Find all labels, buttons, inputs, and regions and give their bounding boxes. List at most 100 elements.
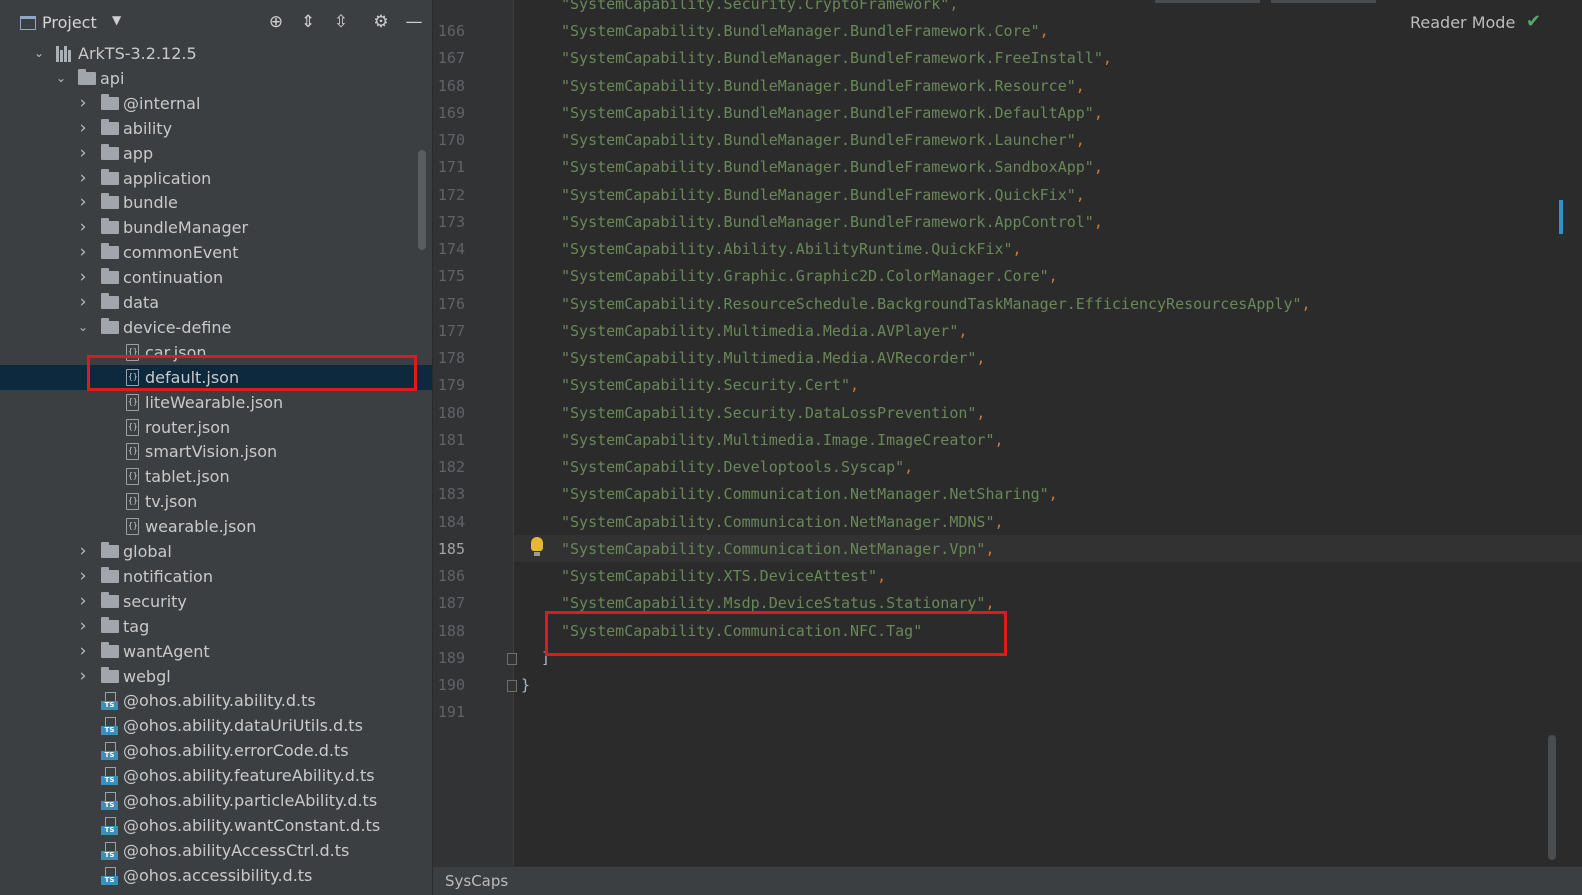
tree-item-folder[interactable]: › data xyxy=(0,290,432,315)
tree-item-json-file[interactable]: smartVision.json xyxy=(0,439,432,464)
tree-item-json-file[interactable]: default.json xyxy=(0,364,432,390)
fold-marker-icon[interactable] xyxy=(507,652,517,665)
tree-item-folder[interactable]: › global xyxy=(0,539,432,564)
tree-item-ts-file[interactable]: TS @ohos.ability.particleAbility.d.ts xyxy=(0,788,432,813)
chevron-right-icon[interactable]: › xyxy=(76,639,90,664)
tree-item-ts-file[interactable]: TS @ohos.ability.wantConstant.d.ts xyxy=(0,813,432,838)
tree-item-ts-file[interactable]: TS @ohos.ability.featureAbility.d.ts xyxy=(0,763,432,788)
code-line: "SystemCapability.BundleManager.BundleFr… xyxy=(561,182,1085,209)
lightbulb-icon[interactable] xyxy=(531,537,543,556)
comma: , xyxy=(1093,158,1103,177)
code-line: "SystemCapability.Communication.NetManag… xyxy=(561,509,1004,536)
tree-item-ts-file[interactable]: TS @ohos.ability.errorCode.d.ts xyxy=(0,738,432,763)
tree-item-label: @ohos.ability.wantConstant.d.ts xyxy=(123,815,381,835)
chevron-right-icon[interactable]: › xyxy=(76,265,90,290)
chevron-right-icon[interactable]: › xyxy=(76,215,90,240)
chevron-right-icon[interactable]: › xyxy=(76,141,90,166)
tree-item-json-file[interactable]: wearable.json xyxy=(0,514,432,539)
chevron-right-icon[interactable]: › xyxy=(76,91,90,116)
breadcrumb-item[interactable]: SysCaps xyxy=(445,872,508,890)
tree-item-label: @ohos.ability.featureAbility.d.ts xyxy=(123,766,375,786)
collapse-all-icon[interactable]: ⇳ xyxy=(331,12,351,32)
tree-item-label: ArkTS-3.2.12.5 xyxy=(78,44,197,63)
tree-item-json-file[interactable]: car.json xyxy=(0,340,432,365)
project-panel-header: Project ▼ ⊕ ⇕ ⇳ ⚙ — xyxy=(0,0,432,45)
reader-mode-button[interactable]: Reader Mode xyxy=(1410,13,1515,32)
chevron-down-icon[interactable]: ▼ xyxy=(112,13,121,27)
chevron-right-icon[interactable]: › xyxy=(76,664,90,689)
expand-all-icon[interactable]: ⇕ xyxy=(298,12,318,32)
tree-item-folder[interactable]: › application xyxy=(0,166,432,191)
tree-item-json-file[interactable]: tablet.json xyxy=(0,464,432,489)
chevron-down-icon[interactable]: ⌄ xyxy=(76,315,90,340)
tree-item-folder[interactable]: › commonEvent xyxy=(0,240,432,265)
tree-item-api[interactable]: ⌄ api xyxy=(0,66,432,91)
tree-item-folder[interactable]: › webgl xyxy=(0,664,432,689)
tree-item-folder[interactable]: › bundle xyxy=(0,190,432,215)
tree-item-label: webgl xyxy=(123,666,171,686)
tree-item-json-file[interactable]: liteWearable.json xyxy=(0,390,432,415)
check-icon[interactable]: ✔ xyxy=(1526,11,1541,32)
comma: , xyxy=(994,512,1004,531)
fold-marker-icon[interactable] xyxy=(507,680,517,692)
tree-item-folder[interactable]: › tag xyxy=(0,614,432,639)
code-editor[interactable]: 166 167 168 169 170 171 172 173 174 175 176 177 178 1… xyxy=(433,0,1582,895)
json-file-icon xyxy=(126,518,139,536)
editor-scrollbar[interactable] xyxy=(1548,735,1556,860)
editor-tab-stub[interactable] xyxy=(1155,0,1260,3)
comma: , xyxy=(1039,22,1049,40)
folder-icon xyxy=(101,243,119,260)
tree-item-folder[interactable]: › app xyxy=(0,141,432,166)
chevron-right-icon[interactable]: › xyxy=(76,190,90,215)
string-literal: "SystemCapability.BundleManager.BundleFr… xyxy=(561,103,1094,122)
scroll-marker xyxy=(1559,200,1563,234)
breadcrumb: SysCaps xyxy=(433,866,1582,895)
chevron-right-icon[interactable]: › xyxy=(76,166,90,191)
project-view-label[interactable]: Project xyxy=(42,13,97,32)
chevron-right-icon[interactable]: › xyxy=(76,240,90,265)
gear-icon[interactable]: ⚙ xyxy=(371,12,391,32)
tree-item-folder[interactable]: › notification xyxy=(0,564,432,589)
editor-tab-stub[interactable] xyxy=(1271,0,1376,3)
json-file-icon xyxy=(126,493,139,511)
tree-item-json-file[interactable]: router.json xyxy=(0,415,432,440)
comma: , xyxy=(1075,131,1085,149)
tree-item-device-define[interactable]: ⌄ device-define xyxy=(0,315,432,340)
tree-item-ts-file[interactable]: TS @ohos.accessibility.d.ts xyxy=(0,863,432,888)
tree-item-label: global xyxy=(123,542,172,561)
tree-item-label: security xyxy=(123,591,187,611)
code-line: "SystemCapability.Msdp.DeviceStatus.Stat… xyxy=(561,590,994,617)
code-line: "SystemCapability.Multimedia.Media.AVRec… xyxy=(561,345,985,372)
comma: , xyxy=(1093,212,1103,231)
tree-item-ts-file[interactable]: TS @ohos.abilityAccessCtrl.d.ts xyxy=(0,838,432,863)
comma: , xyxy=(1075,76,1085,95)
tree-item-label: data xyxy=(123,293,160,312)
tree-item-root[interactable]: ⌄ ArkTS-3.2.12.5 xyxy=(0,41,432,66)
locate-icon[interactable]: ⊕ xyxy=(266,12,286,32)
tree-item-folder[interactable]: › continuation xyxy=(0,265,432,290)
chevron-down-icon[interactable]: ⌄ xyxy=(54,66,68,91)
chevron-right-icon[interactable]: › xyxy=(76,290,90,315)
chevron-right-icon[interactable]: › xyxy=(76,589,90,614)
chevron-right-icon[interactable]: › xyxy=(76,116,90,141)
chevron-right-icon[interactable]: › xyxy=(76,614,90,639)
folder-icon xyxy=(101,566,119,583)
tree-item-label: router.json xyxy=(145,417,231,437)
tree-item-folder[interactable]: › bundleManager xyxy=(0,215,432,240)
tree-scrollbar[interactable] xyxy=(418,150,426,250)
code-line: "SystemCapability.Multimedia.Media.AVPla… xyxy=(561,318,967,345)
chevron-right-icon[interactable]: › xyxy=(76,564,90,589)
tree-item-json-file[interactable]: tv.json xyxy=(0,489,432,514)
tree-item-ts-file[interactable]: TS @ohos.ability.ability.d.ts xyxy=(0,688,432,713)
tree-item-folder[interactable]: › security xyxy=(0,589,432,614)
hide-icon[interactable]: — xyxy=(404,12,424,32)
tree-item-folder[interactable]: › @internal xyxy=(0,91,432,116)
string-literal: "SystemCapability.BundleManager.BundleFr… xyxy=(561,76,1076,95)
tree-item-folder[interactable]: › wantAgent xyxy=(0,639,432,664)
tree-item-ts-file[interactable]: TS @ohos.ability.dataUriUtils.d.ts xyxy=(0,713,432,738)
chevron-down-icon[interactable]: ⌄ xyxy=(32,41,46,66)
tree-item-folder[interactable]: › ability xyxy=(0,116,432,141)
code-line: "SystemCapability.Developtools.Syscap", xyxy=(561,454,913,481)
code-line: "SystemCapability.BundleManager.BundleFr… xyxy=(561,209,1103,236)
chevron-right-icon[interactable]: › xyxy=(76,539,90,564)
